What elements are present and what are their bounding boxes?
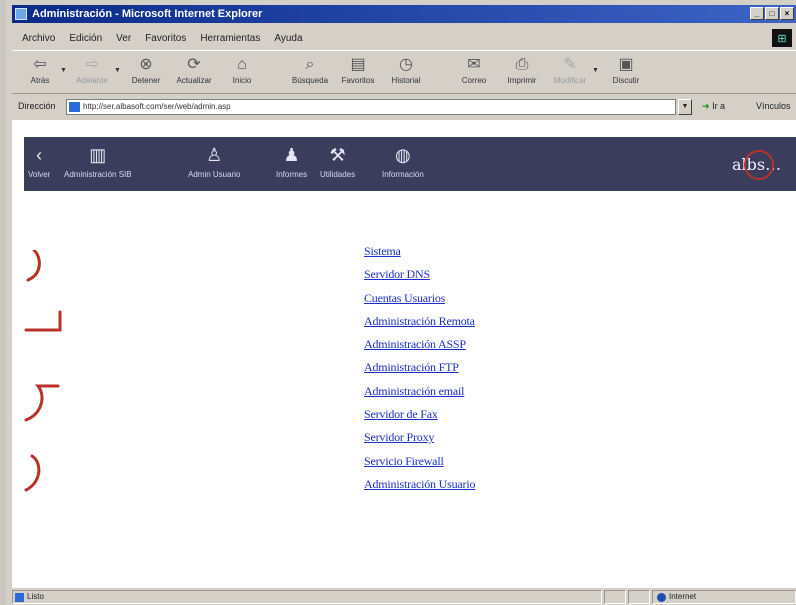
maximize-icon[interactable]: □ — [765, 7, 779, 20]
printer-icon: ⎙ — [515, 56, 529, 73]
address-url: http://ser.albasoft.com/ser/web/admin.as… — [83, 102, 231, 111]
edit-dropdown-icon[interactable]: ▼ — [592, 67, 599, 74]
mail-icon: ✉ — [467, 56, 481, 73]
annotation-mark-2 — [24, 310, 62, 332]
address-label: Dirección — [18, 101, 56, 111]
mail-button[interactable]: ✉ Correo — [452, 53, 496, 91]
refresh-button[interactable]: ⟳ Actualizar — [172, 53, 216, 91]
search-icon: ⌕ — [305, 56, 315, 73]
info-globe-icon: ◍ — [395, 145, 411, 165]
link-administracion-assp[interactable]: Administración ASSP — [364, 335, 475, 358]
address-input[interactable]: http://ser.albasoft.com/ser/web/admin.as… — [66, 99, 676, 115]
link-sistema[interactable]: Sistema — [364, 242, 475, 265]
go-arrow-icon: ➜ — [702, 101, 710, 111]
brand-logo: albs… — [732, 150, 781, 180]
close-icon[interactable]: × — [780, 7, 794, 20]
tools-icon: ⚒ — [329, 145, 346, 165]
status-text: Listo — [27, 592, 44, 601]
edit-button[interactable]: ✎ Modificar — [548, 53, 592, 91]
link-administracion-usuario[interactable]: Administración Usuario — [364, 475, 475, 498]
window-title: Administración - Microsoft Internet Expl… — [32, 8, 263, 20]
windows-logo-icon: ⊞ — [772, 29, 792, 47]
history-button[interactable]: ◷ Historial — [384, 53, 428, 91]
back-dropdown-icon[interactable]: ▼ — [60, 67, 67, 74]
nav-utilidades[interactable]: ⚒ Utilidades — [320, 143, 355, 179]
forward-arrow-icon: ⇨ — [85, 56, 99, 73]
edit-icon: ✎ — [563, 56, 577, 73]
page-status-icon — [15, 593, 24, 602]
zone-text: Internet — [669, 592, 697, 601]
title-bar: Administración - Microsoft Internet Expl… — [12, 5, 796, 23]
link-servidor-dns[interactable]: Servidor DNS — [364, 265, 475, 288]
menu-ver[interactable]: Ver — [116, 33, 131, 44]
nav-administracion[interactable]: ▥ Administración SIB — [64, 143, 132, 179]
menu-archivo[interactable]: Archivo — [22, 33, 55, 44]
annotation-circle — [744, 150, 774, 180]
nav-volver[interactable]: ‹ Volver — [28, 143, 50, 179]
status-cell — [628, 590, 650, 604]
menu-herramientas[interactable]: Herramientas — [200, 33, 260, 44]
user-icon: ♙ — [206, 145, 223, 165]
address-bar: Dirección http://ser.albasoft.com/ser/we… — [12, 96, 796, 118]
forward-button[interactable]: ⇨ Adelante — [70, 53, 114, 91]
ie-app-icon — [15, 8, 27, 20]
security-zone-panel: Internet — [652, 590, 796, 604]
link-administracion-ftp[interactable]: Administración FTP — [364, 358, 475, 381]
home-icon: ⌂ — [237, 56, 247, 73]
admin-links-list: Sistema Servidor DNS Cuentas Usuarios Ad… — [364, 242, 475, 498]
handwritten-annotations — [24, 250, 62, 492]
link-cuentas-usuarios[interactable]: Cuentas Usuarios — [364, 289, 475, 312]
link-servidor-proxy[interactable]: Servidor Proxy — [364, 428, 475, 451]
browser-window: Administración - Microsoft Internet Expl… — [0, 0, 796, 605]
menu-ayuda[interactable]: Ayuda — [274, 33, 302, 44]
window-controls: _ □ × — [749, 7, 794, 20]
discuss-icon: ▣ — [618, 56, 634, 73]
favorites-folder-icon: ▤ — [350, 56, 366, 73]
forward-dropdown-icon[interactable]: ▼ — [114, 67, 121, 74]
page-icon — [69, 102, 80, 112]
annotation-mark-3 — [24, 384, 60, 422]
standard-toolbar: ⇦ Atrás ▼ ⇨ Adelante ▼ ⊗ Detener ⟳ Actua… — [12, 50, 796, 94]
annotation-mark-1 — [26, 250, 41, 282]
minimize-icon[interactable]: _ — [750, 7, 764, 20]
nav-informes[interactable]: ♟ Informes — [276, 143, 307, 179]
app-nav-bar: ‹ Volver ▥ Administración SIB ♙ Admin Us… — [24, 137, 796, 191]
nav-admin-usuario[interactable]: ♙ Admin Usuario — [188, 143, 240, 179]
refresh-icon: ⟳ — [187, 56, 201, 73]
back-arrow-icon: ⇦ — [33, 56, 47, 73]
link-servicio-firewall[interactable]: Servicio Firewall — [364, 452, 475, 475]
address-dropdown-icon[interactable]: ▼ — [678, 99, 692, 115]
stop-icon: ⊗ — [139, 56, 153, 73]
nav-informacion[interactable]: ◍ Información — [382, 143, 424, 179]
discuss-button[interactable]: ▣ Discutir — [604, 53, 648, 91]
back-chevron-icon: ‹ — [36, 145, 43, 165]
status-text-panel: Listo — [12, 590, 602, 604]
favorites-button[interactable]: ▤ Favoritos — [336, 53, 380, 91]
back-button[interactable]: ⇦ Atrás — [18, 53, 62, 91]
links-button[interactable]: Vínculos — [756, 101, 791, 111]
go-button[interactable]: ➜ Ir a — [702, 101, 725, 112]
book-icon: ▥ — [89, 145, 107, 165]
home-button[interactable]: ⌂ Inicio — [220, 53, 264, 91]
menu-edicion[interactable]: Edición — [69, 33, 102, 44]
history-icon: ◷ — [399, 56, 413, 73]
menu-bar: Archivo Edición Ver Favoritos Herramient… — [12, 28, 796, 48]
print-button[interactable]: ⎙ Imprimir — [500, 53, 544, 91]
page-content: ‹ Volver ▥ Administración SIB ♙ Admin Us… — [12, 120, 796, 588]
menu-favoritos[interactable]: Favoritos — [145, 33, 186, 44]
link-servidor-fax[interactable]: Servidor de Fax — [364, 405, 475, 428]
link-administracion-remota[interactable]: Administración Remota — [364, 312, 475, 335]
link-administracion-email[interactable]: Administración email — [364, 382, 475, 405]
status-bar: Listo Internet — [12, 590, 796, 605]
reports-icon: ♟ — [283, 145, 300, 165]
status-cell — [604, 590, 626, 604]
stop-button[interactable]: ⊗ Detener — [124, 53, 168, 91]
internet-globe-icon — [657, 593, 666, 602]
search-button[interactable]: ⌕ Búsqueda — [288, 53, 332, 91]
annotation-mark-4 — [24, 454, 41, 492]
